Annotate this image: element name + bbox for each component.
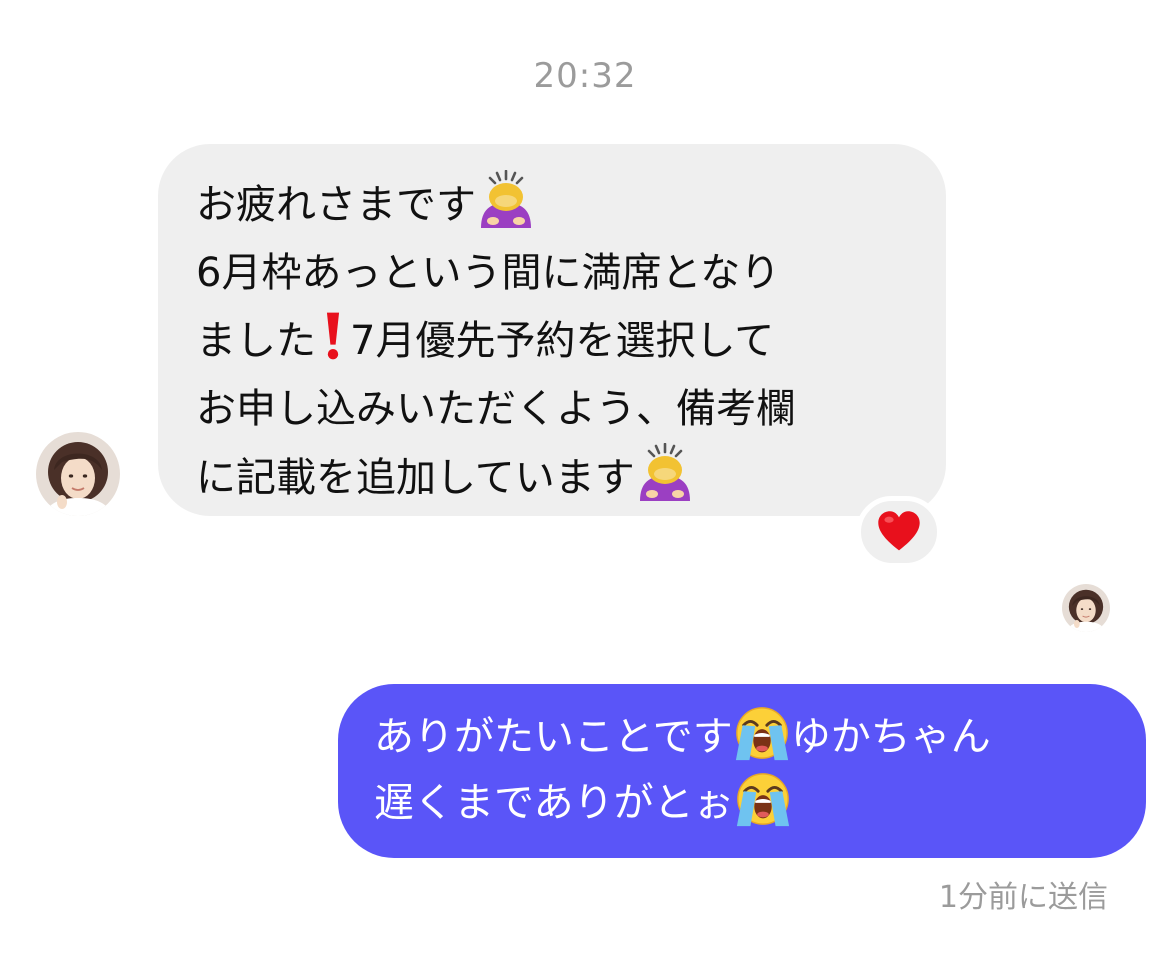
person-bowing-icon (635, 443, 695, 503)
outgoing-text: ゆかちゃん (790, 714, 991, 760)
outgoing-text: 遅くまでありがとぉ (374, 780, 734, 826)
sender-avatar[interactable] (36, 432, 120, 516)
message-reaction[interactable] (856, 496, 942, 568)
incoming-line-2: 6月枠あっという間に満席となり (196, 239, 916, 307)
message-timestamp: 20:32 (533, 56, 637, 96)
incoming-text: に記載を追加しています (196, 455, 635, 501)
avatar-photo-icon (1062, 584, 1110, 632)
outgoing-line-1: ありがたいことです ゆかちゃん (374, 704, 1126, 770)
outgoing-line-2: 遅くまでありがとぉ (374, 770, 1126, 836)
incoming-line-1: お疲れさまです (196, 170, 916, 239)
avatar-photo-icon (36, 432, 120, 516)
incoming-text: 7月優先予約を選択して (350, 318, 775, 364)
incoming-line-4: お申し込みいただくよう、備考欄 (196, 375, 916, 443)
heart-icon (876, 509, 922, 555)
incoming-text: お疲れさまです (196, 182, 476, 228)
sent-status: 1分前に送信 (938, 880, 1108, 915)
person-bowing-icon (476, 170, 536, 230)
incoming-line-5: に記載を追加しています (196, 443, 916, 512)
read-receipt-avatar (1062, 584, 1110, 632)
incoming-line-3: ました 7月優先予約を選択して (196, 307, 916, 375)
outgoing-message-bubble[interactable]: ありがたいことです ゆかちゃん 遅くまでありがとぉ (338, 684, 1146, 858)
outgoing-text: ありがたいことです (374, 714, 733, 760)
incoming-text: お申し込みいただくよう、備考欄 (196, 386, 796, 432)
incoming-text: 6月枠あっという間に満席となり (196, 250, 781, 296)
loudly-crying-face-icon (734, 770, 792, 828)
incoming-text: ました (196, 318, 316, 364)
incoming-message-bubble[interactable]: お疲れさまです 6月枠あっという間に満席となり ました 7月優先予約を選択して お… (158, 144, 946, 516)
loudly-crying-face-icon (733, 704, 791, 762)
red-exclamation-icon (322, 310, 344, 362)
